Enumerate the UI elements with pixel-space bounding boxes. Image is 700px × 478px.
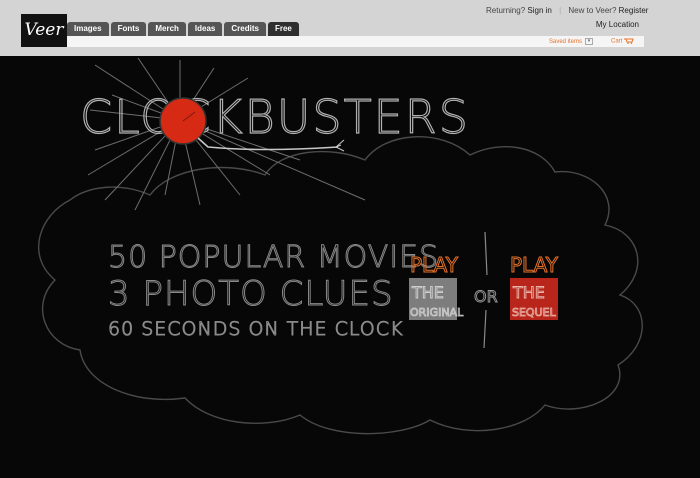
cart-label: Cart	[611, 38, 623, 45]
tab-free[interactable]: Free	[267, 22, 299, 36]
sequel-the: THE	[512, 283, 545, 302]
cart-icon	[624, 38, 634, 44]
tagline-line-2: 3 PHOTO CLUES	[108, 274, 394, 314]
tab-images[interactable]: Images	[67, 22, 109, 36]
tab-fonts[interactable]: Fonts	[110, 22, 147, 36]
tagline-line-1: 50 POPULAR MOVIES	[108, 240, 439, 275]
divider-top	[484, 231, 488, 276]
game-artwork: CLOCKBUSTERS 50 POPULAR MOVIES 3 PHOTO C…	[37, 57, 643, 435]
tab-merch[interactable]: Merch	[148, 22, 186, 36]
tab-credits[interactable]: Credits	[224, 22, 266, 36]
saved-items-label: Saved items	[549, 39, 583, 46]
or-label: OR	[474, 287, 498, 306]
my-location-link[interactable]: My Location	[596, 20, 639, 29]
returning-label: Returning?	[486, 6, 526, 15]
divider: |	[559, 6, 562, 15]
new-to-veer-label: New to Veer?	[568, 6, 617, 15]
main-nav: Images Fonts Merch Ideas Credits Free	[67, 22, 301, 36]
account-links: Returning? Sign in | New to Veer? Regist…	[486, 6, 648, 15]
chevron-down-icon[interactable]: ▾	[585, 38, 594, 45]
play-original-button[interactable]: PLAY THE ORIGINAL	[409, 253, 464, 320]
veer-logo[interactable]: Veer	[21, 14, 67, 47]
original-name: ORIGINAL	[410, 306, 464, 319]
game-stage: CLOCKBUSTERS 50 POPULAR MOVIES 3 PHOTO C…	[0, 56, 700, 478]
tagline-line-3: 60 SECONDS ON THE CLOCK	[108, 318, 403, 340]
site-header: Veer Images Fonts Merch Ideas Credits Fr…	[0, 0, 700, 56]
original-the: THE	[411, 283, 444, 302]
divider-bottom	[483, 309, 487, 349]
tab-ideas[interactable]: Ideas	[187, 22, 223, 36]
play-original-label: PLAY	[410, 253, 459, 277]
sign-in-link[interactable]: Sign in	[527, 6, 551, 15]
play-sequel-button[interactable]: PLAY THE SEQUEL	[510, 253, 559, 320]
sequel-name: SEQUEL	[512, 306, 557, 319]
cart-link[interactable]: Cart	[611, 38, 634, 45]
game-title: CLOCKBUSTERS	[80, 90, 470, 144]
saved-items-menu[interactable]: Saved items ▾	[549, 38, 594, 46]
register-link[interactable]: Register	[619, 6, 649, 15]
play-sequel-label: PLAY	[510, 253, 559, 277]
